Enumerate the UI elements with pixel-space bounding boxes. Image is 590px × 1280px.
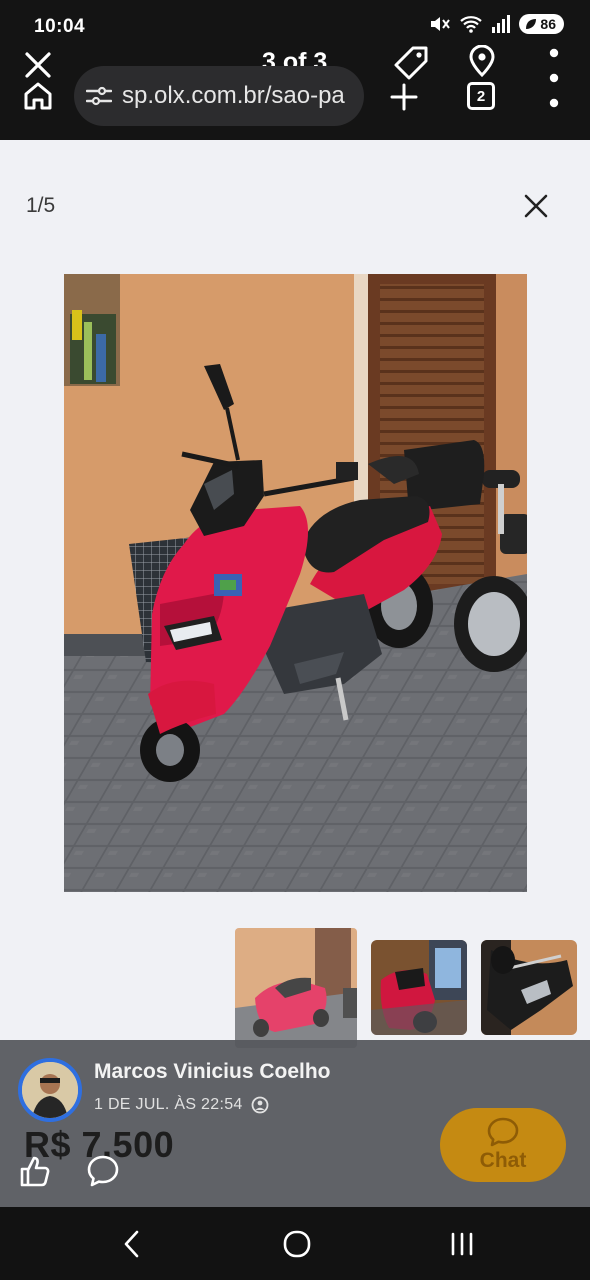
chat-button-label: Chat bbox=[479, 1149, 527, 1172]
tab-count: 2 bbox=[467, 82, 495, 110]
home-button[interactable] bbox=[22, 80, 54, 112]
battery-indicator: 86 bbox=[519, 14, 564, 34]
tag-button[interactable] bbox=[392, 44, 430, 82]
more-vert-icon bbox=[549, 48, 559, 108]
home-icon bbox=[24, 82, 52, 110]
nav-recents-button[interactable] bbox=[442, 1227, 482, 1261]
like-button[interactable] bbox=[18, 1154, 52, 1193]
thumbs-up-icon bbox=[20, 1156, 50, 1187]
nav-back-button[interactable] bbox=[112, 1227, 152, 1261]
system-navigation-bar bbox=[0, 1207, 590, 1280]
seller-name[interactable]: Marcos Vinicius Coelho bbox=[94, 1060, 331, 1084]
photo-viewer: 1/5 bbox=[0, 140, 590, 1048]
url-bar[interactable]: sp.olx.com.br/sao-pa bbox=[74, 66, 364, 126]
url-text: sp.olx.com.br/sao-pa bbox=[122, 82, 345, 109]
status-icons: 86 bbox=[429, 14, 564, 34]
tune-icon[interactable] bbox=[86, 85, 112, 107]
thumbnail-1-selected[interactable] bbox=[235, 928, 357, 1048]
recents-icon bbox=[451, 1232, 473, 1256]
status-time: 10:04 bbox=[34, 16, 86, 37]
photo-counter: 1/5 bbox=[26, 194, 56, 217]
battery-level: 86 bbox=[540, 16, 556, 32]
public-audience-icon bbox=[251, 1096, 268, 1114]
close-viewer-button[interactable] bbox=[520, 190, 552, 222]
menu-button[interactable] bbox=[540, 46, 568, 110]
thumbnail-2[interactable] bbox=[371, 940, 467, 1035]
close-tab-button[interactable] bbox=[22, 50, 54, 80]
close-icon bbox=[25, 52, 51, 78]
chat-bubble-icon bbox=[487, 1117, 519, 1147]
wifi-icon bbox=[460, 16, 483, 33]
chat-button[interactable]: Chat bbox=[440, 1108, 566, 1182]
back-chevron-icon bbox=[124, 1230, 139, 1258]
thumbnail-3-image bbox=[481, 940, 577, 1035]
listing-info-overlay: Marcos Vinicius Coelho 1 DE JUL. ÀS 22:5… bbox=[0, 1040, 590, 1207]
mute-icon bbox=[431, 17, 451, 31]
thumbnail-1-image bbox=[235, 928, 357, 1048]
post-date-row: 1 DE JUL. ÀS 22:54 bbox=[94, 1096, 269, 1114]
thumbnail-3[interactable] bbox=[481, 940, 577, 1035]
comment-icon bbox=[87, 1155, 119, 1187]
plus-icon bbox=[390, 83, 418, 111]
nav-home-button[interactable] bbox=[277, 1227, 317, 1261]
comment-button[interactable] bbox=[86, 1154, 120, 1193]
tab-switcher-button[interactable]: 2 bbox=[465, 80, 497, 112]
signal-icon bbox=[492, 15, 511, 33]
location-button[interactable] bbox=[466, 44, 498, 78]
seller-avatar-image bbox=[22, 1062, 78, 1118]
close-icon bbox=[524, 194, 548, 218]
tag-icon bbox=[394, 46, 428, 80]
add-button[interactable] bbox=[388, 82, 420, 112]
thumbnail-strip bbox=[0, 928, 590, 1048]
thumbnail-2-image bbox=[371, 940, 467, 1035]
browser-top-bar: 10:04 86 3 of 3 sp.olx.com.br/sao-pa 2 bbox=[0, 0, 590, 140]
seller-avatar[interactable] bbox=[18, 1058, 82, 1122]
location-pin-icon bbox=[469, 45, 495, 77]
home-circle-icon bbox=[283, 1230, 311, 1258]
battery-leaf-icon bbox=[526, 19, 537, 29]
post-date: 1 DE JUL. ÀS 22:54 bbox=[94, 1096, 243, 1113]
main-photo-scooter[interactable] bbox=[64, 274, 527, 892]
scooter-photo-image bbox=[64, 274, 527, 892]
